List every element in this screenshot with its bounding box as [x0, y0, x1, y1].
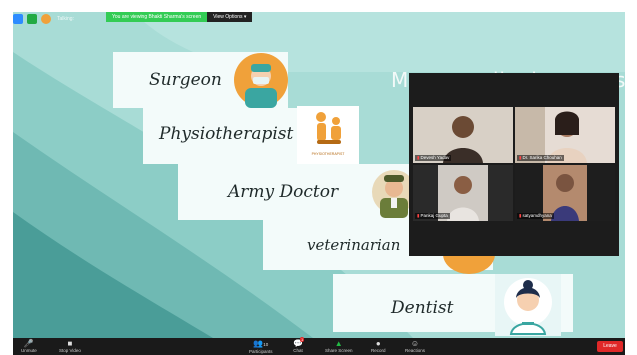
- participant-name: ▮satyamdhyana: [517, 213, 554, 219]
- physiotherapist-icon: [316, 112, 341, 144]
- career-label-army-doctor: Army Doctor: [228, 182, 339, 202]
- chat-badge: 1: [300, 337, 305, 342]
- chat-label: Chat: [293, 348, 303, 353]
- chat-icon: 💬 1: [293, 337, 305, 348]
- participants-label: Participants: [249, 349, 273, 354]
- muted-microphone-icon: 🎤: [23, 339, 34, 348]
- participant-tile[interactable]: ▮satyamdhyana: [515, 165, 615, 221]
- dentist-icon: [504, 278, 552, 335]
- participant-tile[interactable]: ▮Pankaj Gupta: [413, 165, 513, 221]
- meeting-info-icon[interactable]: [13, 14, 23, 24]
- participants-button[interactable]: 👥10 Participants: [249, 339, 273, 355]
- unmute-label: Unmute: [21, 348, 37, 353]
- record-label: Record: [371, 348, 386, 353]
- reactions-icon: ☺: [410, 339, 420, 348]
- participant-gallery: ▮Devesh Yadav ▮Dr. Sarika Chouhan ▮Panka…: [409, 73, 619, 256]
- participant-name: ▮Pankaj Gupta: [415, 213, 450, 219]
- encryption-shield-icon[interactable]: [27, 14, 37, 24]
- meeting-toolbar: 🎤 Unmute ■ Stop Video 👥10 Participants 💬…: [13, 337, 625, 355]
- share-screen-button[interactable]: ▲ Share Screen: [325, 339, 353, 354]
- career-label-surgeon: Surgeon: [149, 70, 222, 90]
- unmute-button[interactable]: 🎤 Unmute: [21, 339, 37, 354]
- leave-button[interactable]: Leave: [597, 341, 623, 352]
- career-label-veterinarian: veterinarian: [307, 236, 401, 254]
- zoom-meeting-window: More medical careers Surgeon Physiothera…: [0, 0, 637, 355]
- record-icon: ●: [375, 339, 381, 348]
- view-options-button[interactable]: View Options ▾: [207, 12, 253, 22]
- career-label-dentist: Dentist: [391, 298, 454, 318]
- participant-tile[interactable]: ▮Devesh Yadav: [413, 107, 513, 163]
- participant-name: ▮Dr. Sarika Chouhan: [517, 155, 564, 161]
- physiotherapist-icon-tile: PHYSIOTHERAPIST: [297, 106, 359, 164]
- participants-icon: 👥10: [253, 339, 269, 348]
- reactions-button[interactable]: ☺ Reactions: [405, 339, 425, 354]
- meeting-info-bar: Talking:: [13, 14, 74, 24]
- surgeon-icon: [234, 53, 288, 108]
- record-button[interactable]: ● Record: [371, 339, 386, 354]
- dentist-icon-tile: [495, 274, 561, 336]
- physiotherapist-caption: PHYSIOTHERAPIST: [311, 152, 345, 156]
- share-screen-icon: ▲: [334, 339, 343, 348]
- screen-share-banner: You are viewing Bhakti Sharma's screen V…: [106, 12, 278, 22]
- talking-label: Talking:: [57, 16, 74, 22]
- stop-video-label: Stop Video: [59, 348, 81, 353]
- share-screen-label: Share Screen: [325, 348, 353, 353]
- talking-indicator-icon: [41, 14, 51, 24]
- stop-video-button[interactable]: ■ Stop Video: [59, 339, 81, 354]
- reactions-label: Reactions: [405, 348, 426, 353]
- participants-count: 10: [263, 342, 269, 347]
- video-camera-icon: ■: [67, 339, 73, 348]
- participant-name: ▮Devesh Yadav: [415, 155, 452, 161]
- career-label-physiotherapist: Physiotherapist: [159, 124, 294, 144]
- chat-button[interactable]: 💬 1 Chat: [293, 337, 305, 354]
- participant-grid: ▮Devesh Yadav ▮Dr. Sarika Chouhan ▮Panka…: [413, 107, 615, 221]
- viewing-screen-text: You are viewing Bhakti Sharma's screen: [106, 12, 208, 22]
- participant-tile[interactable]: ▮Dr. Sarika Chouhan: [515, 107, 615, 163]
